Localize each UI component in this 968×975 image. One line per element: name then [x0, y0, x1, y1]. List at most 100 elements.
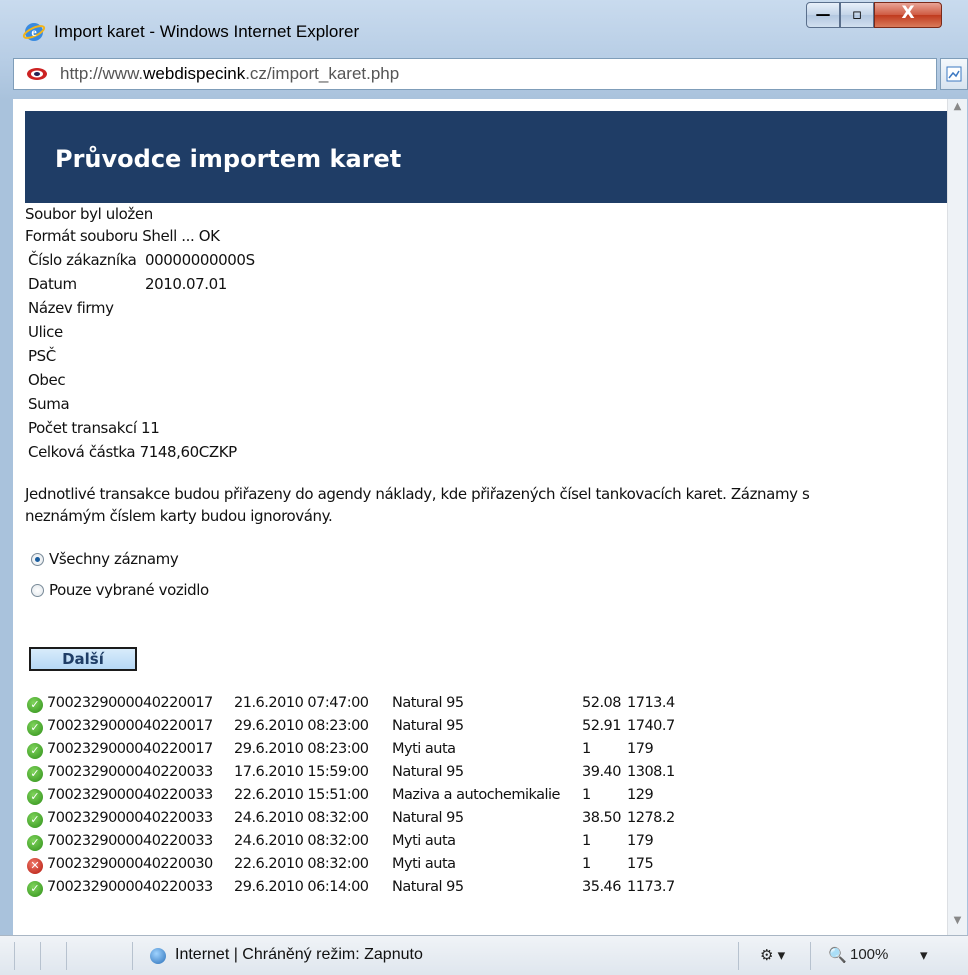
transaction-qty: 1 — [582, 833, 591, 849]
total-value: 7148,60CZKP — [139, 443, 238, 461]
url-suffix: .cz/import_karet.php — [245, 64, 400, 83]
info-value-customer: 00000000000S — [145, 251, 255, 269]
check-icon: ✓ — [27, 881, 43, 897]
minimize-icon: — — [815, 5, 831, 23]
transaction-product: Natural 95 — [392, 810, 464, 826]
status-line-format: Formát souboru Shell ... OK — [25, 227, 220, 245]
check-icon: ✓ — [27, 789, 43, 805]
radio-selected-vehicle[interactable] — [31, 584, 44, 597]
info-label-date: Datum — [28, 275, 77, 293]
transaction-date: 17.6.2010 15:59:00 — [234, 764, 369, 780]
transaction-qty: 1 — [582, 741, 591, 757]
status-bar: Internet | Chráněný režim: Zapnuto ⚙ ▾ 🔍… — [0, 935, 968, 975]
zoom-dropdown-icon[interactable]: ▾ — [920, 946, 928, 964]
transaction-qty: 38.50 — [582, 810, 622, 826]
close-button[interactable]: X — [874, 2, 942, 28]
next-button[interactable]: Další — [29, 647, 137, 671]
page-banner: Průvodce importem karet — [25, 111, 947, 203]
check-icon: ✓ — [27, 835, 43, 851]
transaction-qty: 52.91 — [582, 718, 622, 734]
transaction-qty: 35.46 — [582, 879, 622, 895]
transaction-row: ✓ 7002329000040220033 24.6.2010 08:32:00 My… — [27, 831, 927, 853]
transaction-date: 22.6.2010 15:51:00 — [234, 787, 369, 803]
address-url: http://www.webdispecink.cz/import_karet.… — [60, 64, 399, 84]
status-divider — [14, 942, 15, 970]
transaction-card: 7002329000040220033 — [47, 764, 213, 780]
scroll-up-icon[interactable]: ▲ — [948, 101, 967, 119]
transaction-amount: 1740.7 — [627, 718, 675, 734]
compatibility-view-button[interactable] — [940, 58, 968, 90]
transaction-card: 7002329000040220033 — [47, 787, 213, 803]
transaction-product: Natural 95 — [392, 879, 464, 895]
internet-zone-icon — [150, 948, 166, 964]
check-icon: ✓ — [27, 720, 43, 736]
zoom-level[interactable]: 100% — [850, 946, 888, 963]
status-divider — [40, 942, 41, 970]
close-icon: X — [901, 3, 915, 23]
page-title: Průvodce importem karet — [55, 145, 402, 173]
status-divider — [132, 942, 133, 970]
transaction-date: 21.6.2010 07:47:00 — [234, 695, 369, 711]
maximize-icon: ▫ — [851, 5, 863, 23]
tx-count-label: Počet transakcí — [28, 419, 137, 437]
transaction-card: 7002329000040220033 — [47, 879, 213, 895]
title-bar: e Import karet - Windows Internet Explor… — [0, 0, 968, 52]
info-label-zip: PSČ — [28, 347, 56, 365]
transaction-date: 29.6.2010 06:14:00 — [234, 879, 369, 895]
description-line-2: neznámým číslem karty budou ignorovány. — [25, 507, 333, 525]
info-value-date: 2010.07.01 — [145, 275, 227, 293]
transaction-product: Myti auta — [392, 856, 456, 872]
add-ons-icon[interactable]: ⚙ ▾ — [760, 946, 785, 964]
transaction-card: 7002329000040220030 — [47, 856, 213, 872]
radio-selected-vehicle-label[interactable]: Pouze vybrané vozidlo — [49, 581, 209, 599]
browser-window: e Import karet - Windows Internet Explor… — [0, 0, 968, 975]
transaction-amount: 1713.4 — [627, 695, 675, 711]
check-icon: ✓ — [27, 743, 43, 759]
status-divider — [810, 942, 811, 970]
info-label-sum: Suma — [28, 395, 70, 413]
transaction-row: ✓ 7002329000040220033 22.6.2010 15:51:00 Ma… — [27, 785, 927, 807]
transaction-qty: 39.40 — [582, 764, 622, 780]
info-label-tx-count: Počet transakcí 11 — [28, 419, 160, 437]
transaction-row: ✓ 7002329000040220017 21.6.2010 07:47:00 Na… — [27, 693, 927, 715]
radio-all-records[interactable] — [31, 553, 44, 566]
scroll-down-icon[interactable]: ▼ — [948, 915, 967, 933]
transaction-date: 22.6.2010 08:32:00 — [234, 856, 369, 872]
transaction-date: 24.6.2010 08:32:00 — [234, 810, 369, 826]
transaction-qty: 1 — [582, 856, 591, 872]
radio-all-records-label[interactable]: Všechny záznamy — [49, 550, 179, 568]
transaction-product: Natural 95 — [392, 695, 464, 711]
url-prefix: http://www. — [60, 64, 144, 83]
minimize-button[interactable]: — — [806, 2, 840, 28]
vertical-scrollbar[interactable]: ▲ ▼ — [947, 99, 967, 935]
security-zone-text[interactable]: Internet | Chráněný režim: Zapnuto — [175, 946, 423, 964]
site-favicon-icon — [27, 68, 47, 80]
address-bar: http://www.webdispecink.cz/import_karet.… — [13, 58, 968, 92]
page-content: Průvodce importem karet Soubor byl ulože… — [13, 99, 947, 935]
transaction-card: 7002329000040220017 — [47, 695, 213, 711]
transaction-amount: 175 — [627, 856, 654, 872]
transaction-amount: 179 — [627, 741, 654, 757]
transaction-product: Natural 95 — [392, 764, 464, 780]
transaction-amount: 179 — [627, 833, 654, 849]
transaction-date: 24.6.2010 08:32:00 — [234, 833, 369, 849]
transaction-date: 29.6.2010 08:23:00 — [234, 741, 369, 757]
transaction-row: ✓ 7002329000040220033 29.6.2010 06:14:00 Na… — [27, 877, 927, 899]
zoom-icon[interactable]: 🔍 — [828, 946, 847, 964]
status-divider — [66, 942, 67, 970]
check-icon: ✓ — [27, 766, 43, 782]
check-icon: ✓ — [27, 697, 43, 713]
description-line-1: Jednotlivé transakce budou přiřazeny do … — [25, 485, 810, 503]
transaction-amount: 129 — [627, 787, 654, 803]
transaction-card: 7002329000040220033 — [47, 833, 213, 849]
url-domain: webdispecink — [143, 64, 246, 83]
transaction-product: Natural 95 — [392, 718, 464, 734]
error-icon: ✕ — [27, 858, 43, 874]
info-label-company: Název firmy — [28, 299, 114, 317]
address-input[interactable]: http://www.webdispecink.cz/import_karet.… — [13, 58, 937, 90]
tx-count-value: 11 — [141, 419, 160, 437]
info-label-street: Ulice — [28, 323, 63, 341]
transaction-qty: 1 — [582, 787, 591, 803]
maximize-button[interactable]: ▫ — [840, 2, 874, 28]
svg-text:e: e — [31, 25, 37, 39]
